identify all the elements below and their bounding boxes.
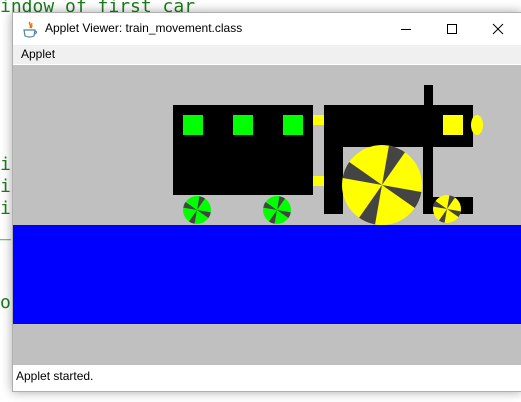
coupler-upper (312, 115, 324, 125)
engine-small-wheel (433, 195, 461, 223)
minimize-icon (401, 29, 411, 30)
close-icon (492, 23, 504, 35)
minimize-button[interactable] (383, 13, 429, 45)
status-text: Applet started. (16, 369, 94, 383)
applet-viewer-window: Applet Viewer: train_movement.class Appl… (12, 12, 521, 392)
engine-headlight (471, 115, 483, 135)
status-bar: Applet started. (13, 365, 521, 391)
title-bar[interactable]: Applet Viewer: train_movement.class (13, 13, 521, 45)
engine-chimney (424, 85, 433, 107)
train-scene (13, 85, 521, 324)
coupler-lower (312, 176, 324, 186)
engine-drive-wheel (342, 145, 422, 225)
menu-bar: Applet (13, 45, 521, 64)
code-line: i (0, 198, 11, 219)
code-line: _ (0, 220, 11, 241)
applet-canvas (13, 65, 521, 365)
car-wheel-rear (263, 196, 291, 224)
engine-rear-cutout (433, 147, 473, 197)
code-line: i (0, 176, 11, 197)
java-icon (21, 21, 39, 39)
close-button[interactable] (475, 13, 521, 45)
code-line: o (0, 292, 11, 313)
engine-window (443, 115, 463, 135)
car-window (183, 115, 203, 135)
menu-applet[interactable]: Applet (21, 47, 55, 61)
car-wheel-front (183, 196, 211, 224)
code-line: i (0, 154, 11, 175)
window-title: Applet Viewer: train_movement.class (45, 21, 243, 35)
maximize-button[interactable] (429, 13, 475, 45)
car-window (233, 115, 253, 135)
car-window (283, 115, 303, 135)
track-band (13, 225, 521, 324)
maximize-icon (447, 24, 457, 34)
